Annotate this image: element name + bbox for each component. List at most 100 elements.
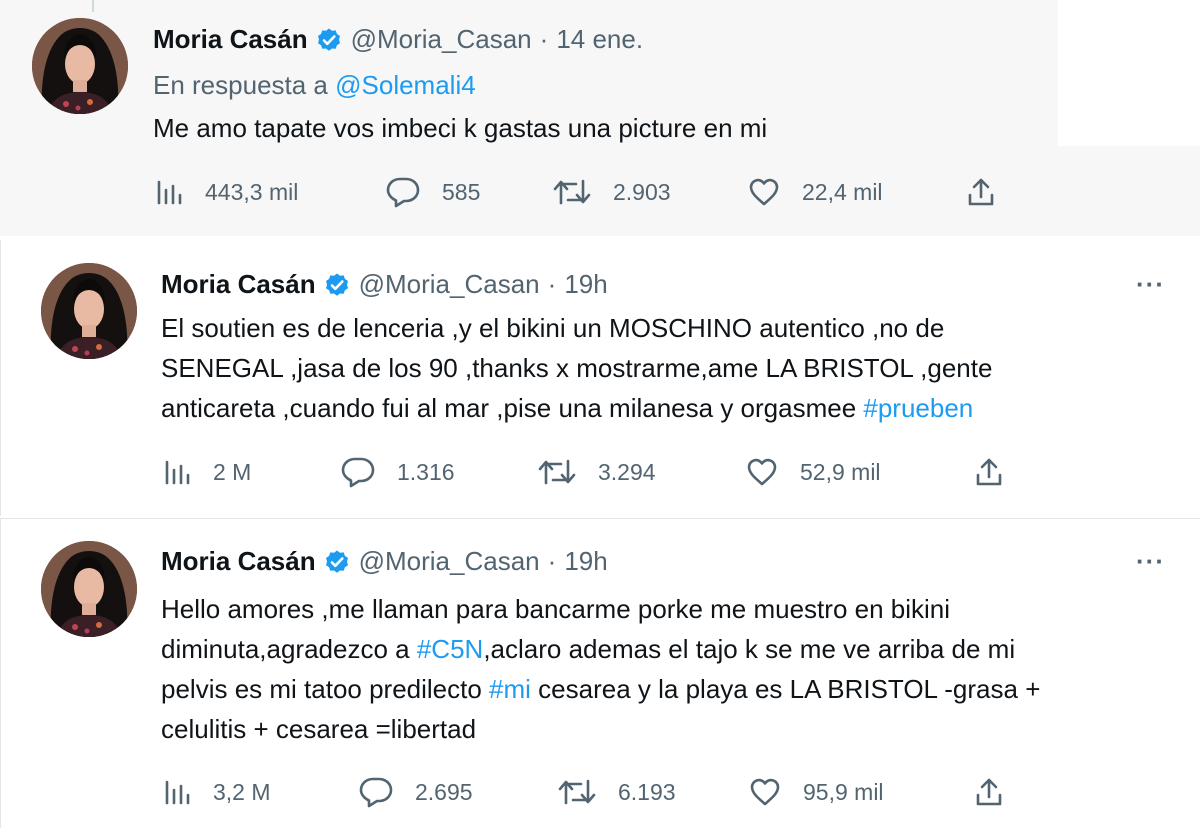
background-patch — [1058, 0, 1200, 146]
verified-badge-icon — [324, 549, 350, 575]
retweet-arrows-icon — [538, 457, 598, 487]
heart-icon — [746, 457, 800, 487]
retweet-arrows-icon — [553, 177, 613, 207]
reply-button[interactable]: 2.695 — [359, 772, 473, 812]
like-button[interactable]: 52,9 mil — [746, 452, 881, 492]
views-button[interactable]: 3,2 M — [163, 772, 271, 812]
tweet-actions: 2 M 1.316 3.294 52,9 mil — [1, 452, 1200, 492]
like-button[interactable]: 22,4 mil — [748, 172, 883, 212]
tweet[interactable]: Moria Casán @Moria_Casan · 19h ··· El so… — [0, 240, 1200, 516]
reply-count: 585 — [442, 178, 481, 205]
tweet-header: Moria Casán @Moria_Casan · 19h — [161, 546, 608, 577]
retweet-count: 2.903 — [613, 178, 671, 205]
retweet-button[interactable]: 3.294 — [538, 452, 656, 492]
speech-bubble-icon — [341, 456, 397, 488]
speech-bubble-icon — [386, 176, 442, 208]
retweet-button[interactable]: 2.903 — [553, 172, 671, 212]
tweet-actions: 3,2 M 2.695 6.193 95,9 mil — [1, 772, 1200, 812]
more-options-button[interactable]: ··· — [1136, 546, 1165, 577]
tweet-text-line: diminuta,agradezco a #C5N,aclaro ademas … — [161, 629, 1040, 669]
hashtag-link[interactable]: #mi — [489, 674, 531, 704]
timestamp[interactable]: 14 ene. — [556, 24, 643, 55]
reply-count: 1.316 — [397, 458, 455, 485]
like-count: 95,9 mil — [803, 778, 884, 805]
avatar[interactable] — [41, 263, 137, 359]
retweet-count: 6.193 — [618, 778, 676, 805]
tweet-text-line: celulitis + cesarea =libertad — [161, 709, 1040, 749]
share-button[interactable] — [975, 452, 1003, 492]
share-upload-icon — [975, 457, 1003, 487]
text-segment: SENEGAL ,jasa de los 90 ,thanks x mostra… — [161, 353, 993, 383]
tweet[interactable]: Moria Casán @Moria_Casan · 19h ··· Hello… — [0, 518, 1200, 828]
like-button[interactable]: 95,9 mil — [749, 772, 884, 812]
retweet-count: 3.294 — [598, 458, 656, 485]
hashtag-link[interactable]: #prueben — [863, 393, 973, 423]
separator-dot: · — [539, 24, 549, 54]
text-segment: El soutien es de lenceria ,y el bikini u… — [161, 313, 945, 343]
reply-context: En respuesta a @Solemali4 — [153, 70, 476, 101]
speech-bubble-icon — [359, 776, 415, 808]
avatar[interactable] — [32, 18, 128, 114]
user-handle[interactable]: @Moria_Casan — [359, 546, 540, 577]
text-segment: anticareta ,cuando fui al mar ,pise una … — [161, 393, 864, 423]
bar-chart-icon — [163, 778, 213, 806]
reply-button[interactable]: 585 — [386, 172, 480, 212]
display-name[interactable]: Moria Casán — [161, 269, 316, 300]
text-segment: diminuta,agradezco a — [161, 634, 417, 664]
text-segment: pelvis es mi tatoo predilecto — [161, 674, 490, 704]
share-button[interactable] — [975, 772, 1003, 812]
separator-dot: · — [547, 269, 557, 299]
bar-chart-icon — [155, 178, 205, 206]
tweet-text-line: SENEGAL ,jasa de los 90 ,thanks x mostra… — [161, 348, 992, 388]
text-segment: Hello amores ,me llaman para bancarme po… — [161, 594, 951, 624]
tweet-text-line: Hello amores ,me llaman para bancarme po… — [161, 589, 1040, 629]
tweet-header: Moria Casán @Moria_Casan · 19h — [161, 269, 608, 300]
tweet-header: Moria Casán @Moria_Casan · 14 ene. — [153, 24, 643, 55]
verified-badge-icon — [316, 27, 342, 53]
reply-button[interactable]: 1.316 — [341, 452, 455, 492]
bar-chart-icon — [163, 458, 213, 486]
tweet-text-line: pelvis es mi tatoo predilecto #mi cesare… — [161, 669, 1040, 709]
tweet-text-line: anticareta ,cuando fui al mar ,pise una … — [161, 388, 992, 428]
display-name[interactable]: Moria Casán — [161, 546, 316, 577]
views-button[interactable]: 2 M — [163, 452, 251, 492]
avatar[interactable] — [41, 541, 137, 637]
text-segment: Me amo tapate vos imbeci k gastas una pi… — [153, 113, 768, 143]
verified-badge-icon — [324, 272, 350, 298]
tweet-text: El soutien es de lenceria ,y el bikini u… — [161, 308, 992, 428]
views-button[interactable]: 443,3 mil — [155, 172, 298, 212]
retweet-arrows-icon — [558, 777, 618, 807]
thread-connector — [92, 0, 94, 12]
tweet[interactable]: Moria Casán @Moria_Casan · 14 ene. En re… — [0, 0, 1200, 236]
reply-prefix: En respuesta a — [153, 70, 328, 100]
heart-icon — [749, 777, 803, 807]
views-count: 3,2 M — [213, 778, 271, 805]
tweet-text-line: El soutien es de lenceria ,y el bikini u… — [161, 308, 992, 348]
tweet-actions: 443,3 mil 585 2.903 22,4 mil — [0, 172, 1200, 212]
user-handle[interactable]: @Moria_Casan — [359, 269, 540, 300]
timestamp[interactable]: 19h — [564, 546, 607, 577]
reply-mention-link[interactable]: @Solemali4 — [335, 70, 476, 100]
views-count: 443,3 mil — [205, 178, 299, 205]
tweet-text: Me amo tapate vos imbeci k gastas una pi… — [153, 108, 767, 148]
separator-dot: · — [547, 546, 557, 576]
reply-count: 2.695 — [415, 778, 473, 805]
hashtag-link[interactable]: #C5N — [417, 634, 483, 664]
display-name[interactable]: Moria Casán — [153, 24, 308, 55]
like-count: 22,4 mil — [802, 178, 883, 205]
share-button[interactable] — [967, 172, 995, 212]
retweet-button[interactable]: 6.193 — [558, 772, 676, 812]
share-upload-icon — [967, 177, 995, 207]
tweet-text: Hello amores ,me llaman para bancarme po… — [161, 589, 1040, 749]
share-upload-icon — [975, 777, 1003, 807]
user-handle[interactable]: @Moria_Casan — [351, 24, 532, 55]
more-options-button[interactable]: ··· — [1136, 269, 1165, 300]
like-count: 52,9 mil — [800, 458, 881, 485]
views-count: 2 M — [213, 458, 252, 485]
timestamp[interactable]: 19h — [564, 269, 607, 300]
text-segment: cesarea y la playa es LA BRISTOL -grasa … — [530, 674, 1041, 704]
text-segment: ,aclaro ademas el tajo k se me ve arriba… — [483, 634, 1016, 664]
heart-icon — [748, 177, 802, 207]
tweet-text-line: Me amo tapate vos imbeci k gastas una pi… — [153, 108, 767, 148]
text-segment: celulitis + cesarea =libertad — [161, 714, 477, 744]
